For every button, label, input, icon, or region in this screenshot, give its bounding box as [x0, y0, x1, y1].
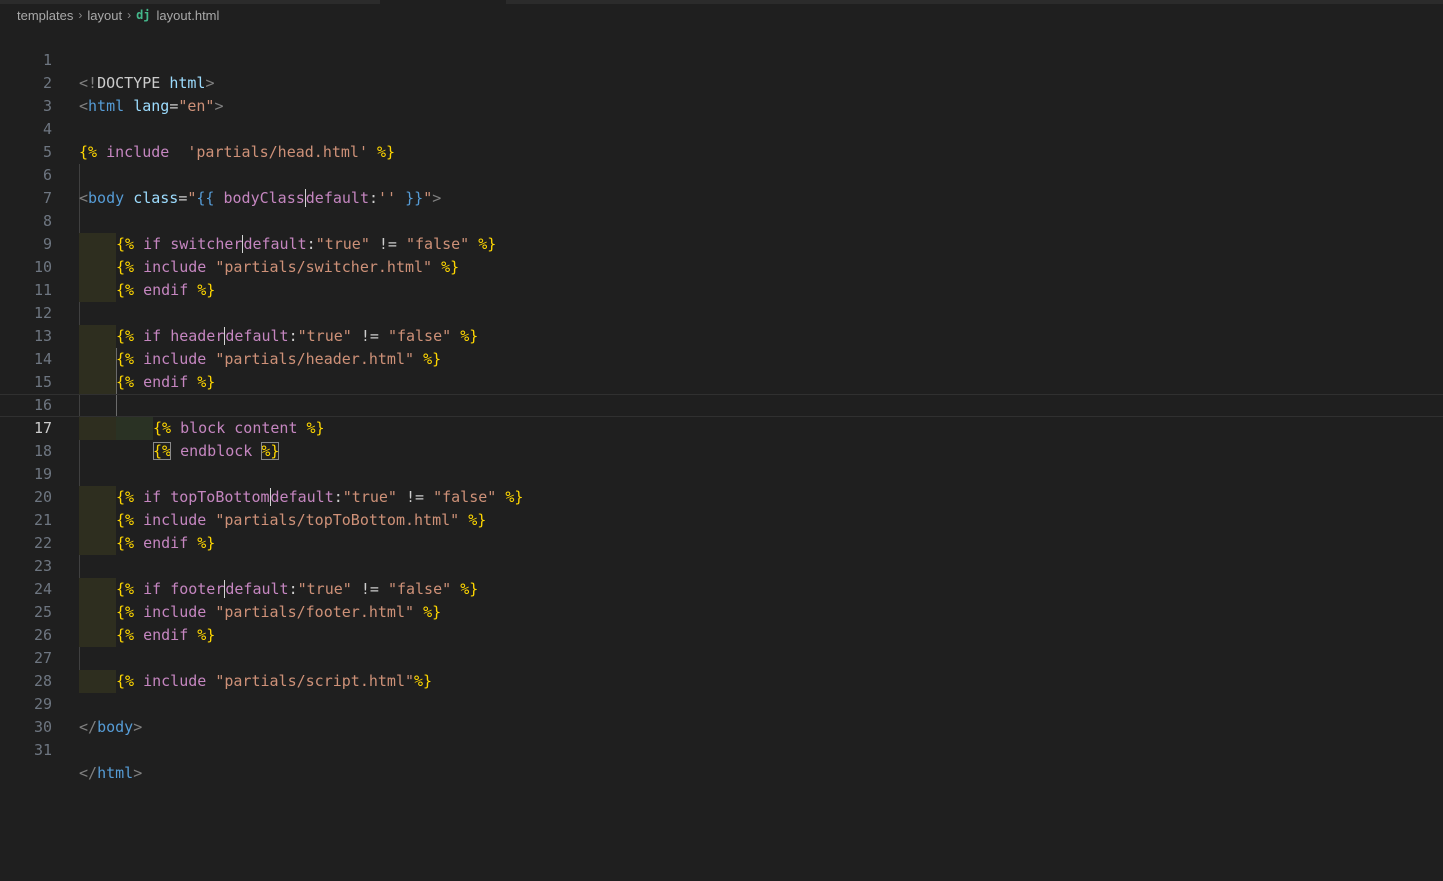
code-line[interactable]: 28 [0, 647, 1443, 690]
code-line[interactable]: 15 [0, 348, 1443, 391]
code-line[interactable]: 20 {% include "partials/topToBottom.html… [0, 463, 1443, 532]
code-line[interactable]: 11 [0, 256, 1443, 299]
code-line[interactable]: 6 <body class="{{ bodyClassdefault:'' }}… [0, 141, 1443, 207]
chevron-right-icon: › [127, 8, 132, 22]
code-line[interactable]: 16 {% block content %} [0, 371, 1443, 440]
code-line[interactable]: 23 {% if footerdefault:"true" != "false"… [0, 532, 1443, 601]
code-line[interactable]: 14 {% endif %} [0, 325, 1443, 394]
code-line[interactable]: 5 [0, 118, 1443, 161]
token: html [97, 764, 134, 782]
code-line[interactable]: 2 <html lang="en"> [0, 49, 1443, 115]
line-number: 31 [33, 741, 52, 759]
breadcrumb-folder-layout[interactable]: layout [87, 8, 122, 23]
code-line[interactable]: 8 {% if switcherdefault:"true" != "false… [0, 187, 1443, 256]
code-area[interactable]: 1 <!DOCTYPE html> 2 <html lang="en"> 3 4… [0, 26, 1443, 782]
token: > [133, 764, 143, 782]
breadcrumb-folder-templates[interactable]: templates [17, 8, 73, 23]
code-line[interactable]: 10 {% endif %} [0, 233, 1443, 302]
code-line[interactable]: 27 {% include "partials/script.html"%} [0, 624, 1443, 693]
code-line[interactable]: 4 {% include 'partials/head.html' %} [0, 95, 1443, 161]
code-line[interactable]: 18 [0, 417, 1443, 460]
code-line[interactable]: 25 {% endif %} [0, 578, 1443, 647]
code-line[interactable]: 31 </html> [0, 716, 1443, 782]
breadcrumb: templates › layout › dj layout.html [17, 6, 219, 24]
code-line[interactable]: 3 [0, 72, 1443, 115]
code-line[interactable]: 12 {% if headerdefault:"true" != "false"… [0, 279, 1443, 348]
chevron-right-icon: › [78, 8, 83, 22]
django-file-icon: dj [136, 8, 151, 22]
code-line[interactable]: 13 {% include "partials/header.html" %} [0, 302, 1443, 371]
code-line[interactable]: 24 {% include "partials/footer.html" %} [0, 555, 1443, 624]
code-line[interactable]: 9 {% include "partials/switcher.html" %} [0, 210, 1443, 279]
code-line[interactable]: 29 </body> [0, 670, 1443, 736]
code-line[interactable]: 26 [0, 601, 1443, 644]
code-line[interactable]: 30 [0, 693, 1443, 736]
code-line-current[interactable]: 17 {% endblock %} [0, 394, 1443, 460]
code-editor[interactable]: templates › layout › dj layout.html 1 <!… [0, 0, 1443, 881]
breadcrumb-file[interactable]: layout.html [157, 8, 220, 23]
tab-bar [0, 0, 1443, 4]
token: </ [79, 764, 98, 782]
code-line[interactable]: 1 <!DOCTYPE html> [0, 26, 1443, 92]
code-line[interactable]: 19 {% if topToBottomdefault:"true" != "f… [0, 440, 1443, 509]
code-line[interactable]: 22 [0, 509, 1443, 552]
code-line[interactable]: 21 {% endif %} [0, 486, 1443, 555]
code-line[interactable]: 7 [0, 164, 1443, 207]
active-tab-edge [380, 0, 506, 4]
